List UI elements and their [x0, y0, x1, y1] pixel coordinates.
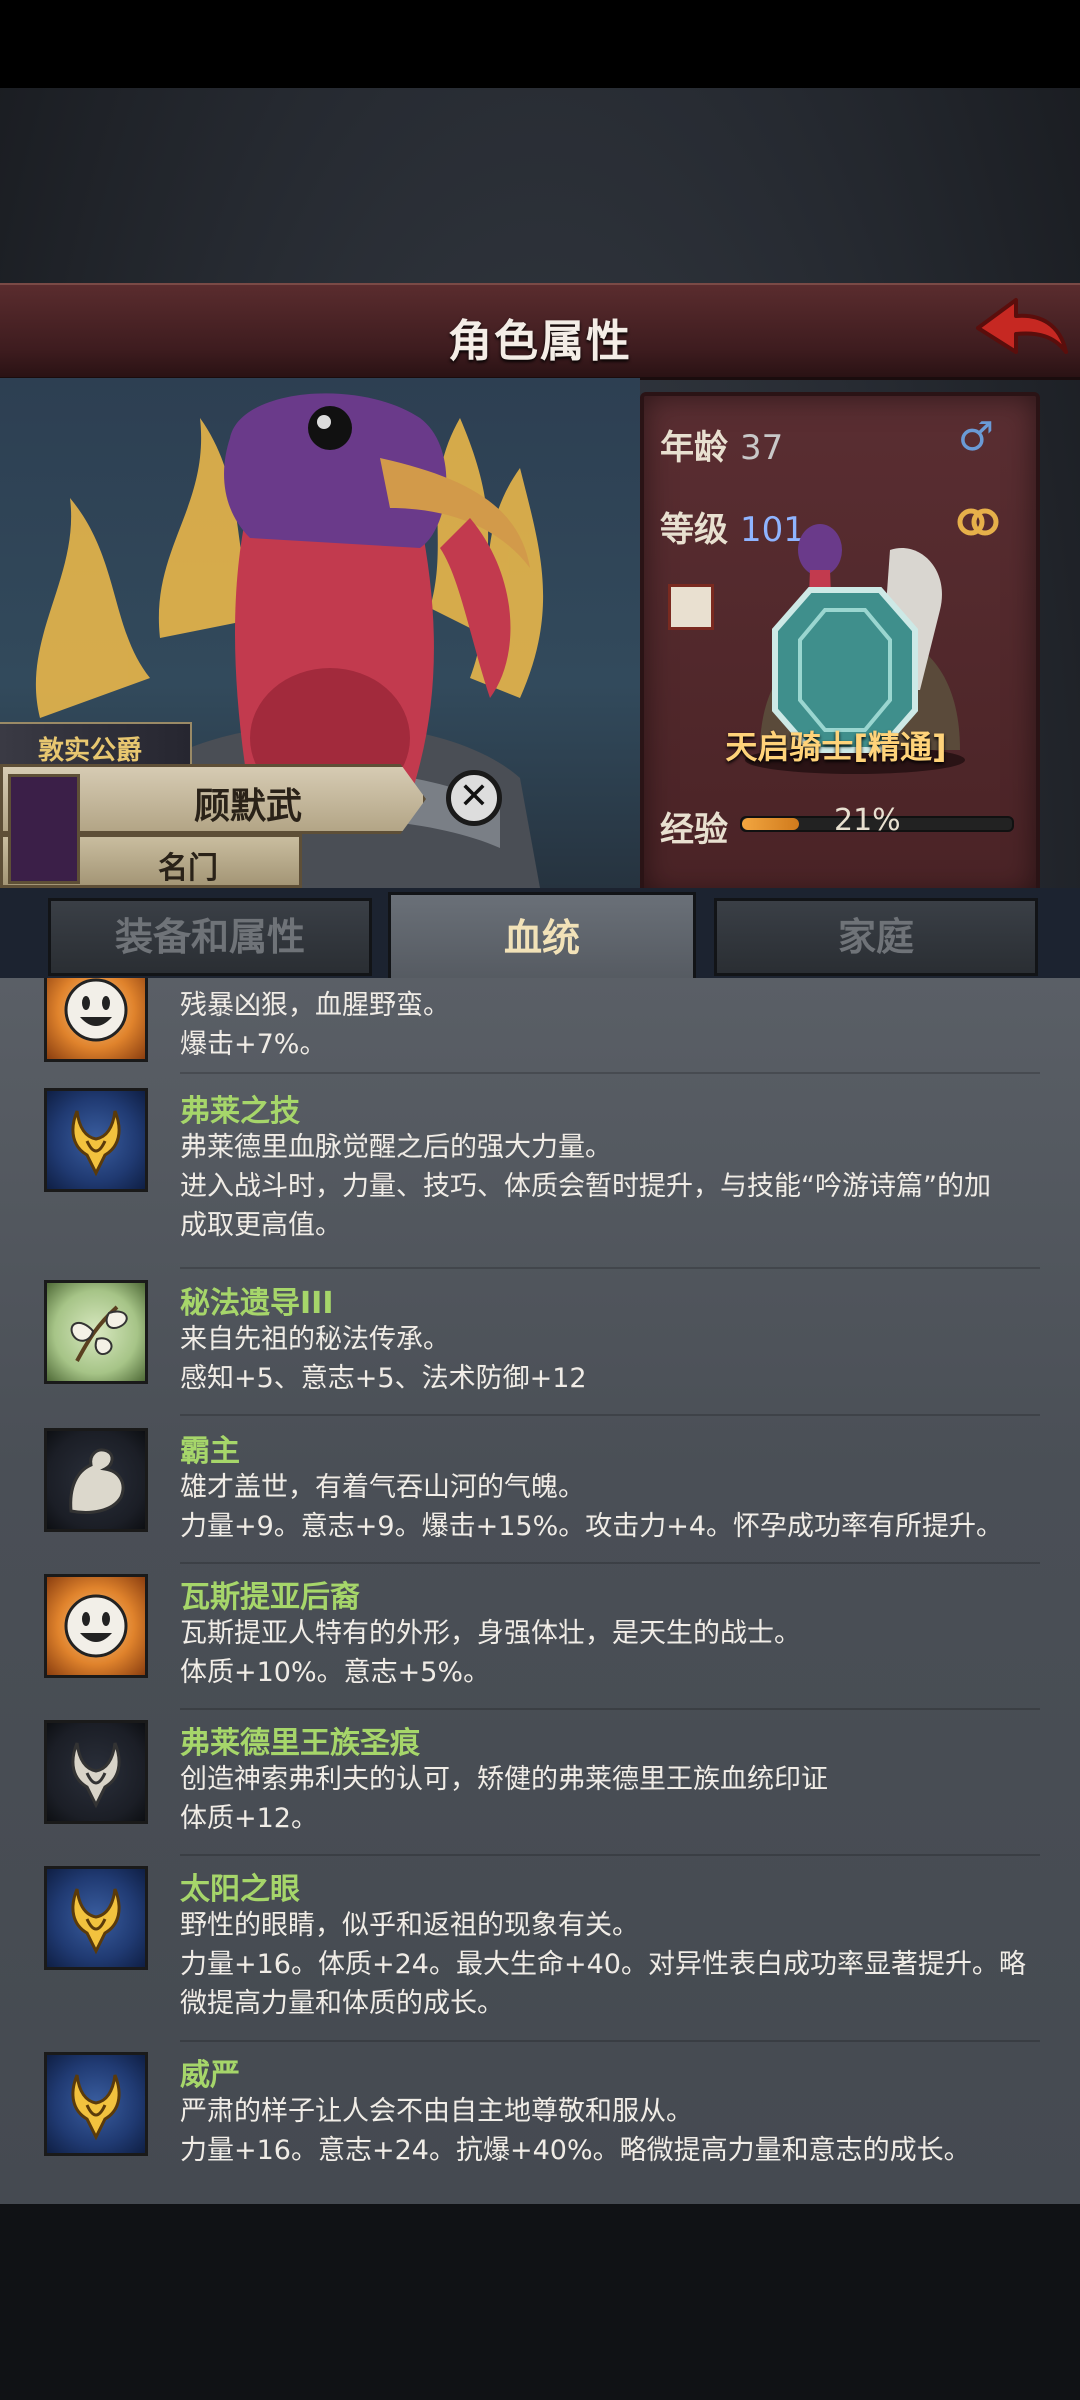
- bloodline-description: 弗莱德里血脉觉醒之后的强大力量。进入战斗时，力量、技巧、体质会暂时提升，与技能“…: [180, 1128, 1040, 1245]
- description-line: 来自先祖的秘法传承。: [180, 1324, 450, 1355]
- description-line: 体质+12。: [180, 1803, 318, 1834]
- bloodline-name: 太阳之眼: [180, 1872, 300, 1907]
- golden-crown-icon: [44, 1088, 148, 1192]
- status-bar: [0, 0, 1080, 88]
- back-arrow-icon[interactable]: [970, 290, 1070, 366]
- noble-title-tag: 敦实公爵: [0, 722, 192, 768]
- bloodline-item[interactable]: 太阳之眼 野性的眼睛，似乎和返祖的现象有关。力量+16。体质+24。最大生命+40…: [0, 1864, 1080, 2044]
- description-line: 创造神索弗利夫的认可，矫健的弗莱德里王族血统印证: [180, 1764, 828, 1795]
- item-separator: [180, 2040, 1040, 2042]
- exp-progress-fill: [742, 818, 799, 830]
- age-label: 年龄: [660, 428, 728, 468]
- item-separator: [180, 1072, 1040, 1074]
- family-banner-icon: [8, 774, 80, 884]
- leaf-branch-icon: [44, 1280, 148, 1384]
- age-value: 37: [740, 428, 784, 468]
- bloodline-item[interactable]: 弗莱德里王族圣痕 创造神索弗利夫的认可，矫健的弗莱德里王族血统印证 体质+12。: [0, 1718, 1080, 1858]
- description-line: 残暴凶狠，血腥野蛮。: [180, 990, 450, 1021]
- description-line: 感知+5、意志+5、法术防御+12: [180, 1363, 587, 1394]
- bloodline-description: 瓦斯提亚人特有的外形，身强体壮，是天生的战士。 体质+10%。意志+5%。: [180, 1614, 1040, 1692]
- golden-crown-icon: [44, 1866, 148, 1970]
- noble-title: 敦实公爵: [38, 736, 143, 766]
- description-line: 野性的眼睛，似乎和返祖的现象有关。: [180, 1910, 639, 1941]
- clan-name: 名门: [158, 851, 218, 886]
- bloodline-description: 野性的眼睛，似乎和返祖的现象有关。力量+16。体质+24。最大生命+40。对异性…: [180, 1906, 1040, 2023]
- bloodline-name: 秘法遗导III: [180, 1286, 334, 1321]
- bottom-area: [0, 2204, 1080, 2400]
- bloodline-name: 威严: [180, 2058, 240, 2093]
- description-line: 严肃的样子让人会不由自主地尊敬和服从。: [180, 2096, 693, 2127]
- item-separator: [180, 1854, 1040, 1856]
- bloodline-description: 严肃的样子让人会不由自主地尊敬和服从。力量+16。意志+24。抗爆+40%。略微…: [180, 2092, 1040, 2170]
- bloodline-description: 雄才盖世，有着气吞山河的气魄。力量+9。意志+9。爆击+15%。攻击力+4。怀孕…: [180, 1468, 1040, 1546]
- description-line: 进入战斗时，力量、技巧、体质会暂时提升，与技能“吟游诗篇”的加: [180, 1171, 991, 1202]
- bloodline-item[interactable]: 霸主 雄才盖世，有着气吞山河的气魄。力量+9。意志+9。爆击+15%。攻击力+4。…: [0, 1426, 1080, 1566]
- bloodline-description: 残暴凶狠，血腥野蛮。 爆击+7%。: [180, 986, 1040, 1064]
- smiling-sun-icon: [44, 978, 148, 1062]
- silver-crown-icon: [44, 1720, 148, 1824]
- age-row: 年龄 37: [660, 420, 783, 469]
- character-name: 顾默武: [193, 786, 302, 827]
- bloodline-name: 弗莱之技: [180, 1094, 300, 1129]
- dismiss-icon[interactable]: ✕: [446, 770, 502, 826]
- item-separator: [180, 1562, 1040, 1564]
- description-line: 体质+10%。意志+5%。: [180, 1657, 491, 1688]
- tab-equipment-attributes[interactable]: 装备和属性: [48, 898, 372, 976]
- bloodline-description: 来自先祖的秘法传承。感知+5、意志+5、法术防御+12: [180, 1320, 1040, 1398]
- exp-percent: 21%: [834, 803, 901, 838]
- description-line: 力量+9。意志+9。爆击+15%。攻击力+4。怀孕成功率有所提升。: [180, 1511, 1004, 1542]
- bloodline-item[interactable]: 秘法遗导III 来自先祖的秘法传承。感知+5、意志+5、法术防御+12: [0, 1278, 1080, 1418]
- page-title: 角色属性: [448, 316, 632, 367]
- golden-crown-icon: [44, 2052, 148, 2156]
- description-line: 瓦斯提亚人特有的外形，身强体壮，是天生的战士。: [180, 1618, 801, 1649]
- bloodline-description: 创造神索弗利夫的认可，矫健的弗莱德里王族血统印证 体质+12。: [180, 1760, 1040, 1838]
- bloodline-item[interactable]: 残暴凶狠，血腥野蛮。 爆击+7%。: [0, 978, 1080, 1076]
- rank-badge-icon[interactable]: [668, 584, 714, 630]
- description-line: 微提高力量和体质的成长。: [180, 1988, 504, 2019]
- bloodline-name: 瓦斯提亚后裔: [180, 1580, 360, 1615]
- bloodline-item[interactable]: 瓦斯提亚后裔 瓦斯提亚人特有的外形，身强体壮，是天生的战士。 体质+10%。意志+5…: [0, 1572, 1080, 1712]
- description-line: 力量+16。意志+24。抗爆+40%。略微提高力量和意志的成长。: [180, 2135, 971, 2166]
- bloodline-list[interactable]: 残暴凶狠，血腥野蛮。 爆击+7%。弗莱之技 弗莱德里血脉觉醒之后的强大力量。进入战斗…: [0, 978, 1080, 2204]
- bloodline-name: 霸主: [180, 1434, 240, 1469]
- level-label: 等级: [660, 510, 728, 550]
- tab-bloodline[interactable]: 血统: [388, 892, 696, 984]
- male-gender-icon: ♂: [958, 414, 994, 460]
- bloodline-name: 弗莱德里王族圣痕: [180, 1726, 420, 1761]
- description-line: 爆击+7%。: [180, 1029, 327, 1060]
- tab-family[interactable]: 家庭: [714, 898, 1038, 976]
- description-line: 成取更高值。: [180, 1210, 342, 1241]
- item-separator: [180, 1267, 1040, 1269]
- class-name: 天启骑士[精通]: [725, 728, 947, 766]
- flexed-arm-icon: [44, 1428, 148, 1532]
- item-separator: [180, 1414, 1040, 1416]
- item-separator: [180, 1708, 1040, 1710]
- title-bar: 角色属性: [0, 283, 1080, 380]
- bloodline-item[interactable]: 威严 严肃的样子让人会不由自主地尊敬和服从。力量+16。意志+24。抗爆+40%。…: [0, 2050, 1080, 2200]
- description-line: 弗莱德里血脉觉醒之后的强大力量。: [180, 1132, 612, 1163]
- smiling-sun-icon: [44, 1574, 148, 1678]
- description-line: 雄才盖世，有着气吞山河的气魄。: [180, 1472, 585, 1503]
- exp-label: 经验: [660, 810, 728, 850]
- bloodline-item[interactable]: 弗莱之技 弗莱德里血脉觉醒之后的强大力量。进入战斗时，力量、技巧、体质会暂时提升，…: [0, 1086, 1080, 1271]
- description-line: 力量+16。体质+24。最大生命+40。对异性表白成功率显著提升。略: [180, 1949, 1026, 1980]
